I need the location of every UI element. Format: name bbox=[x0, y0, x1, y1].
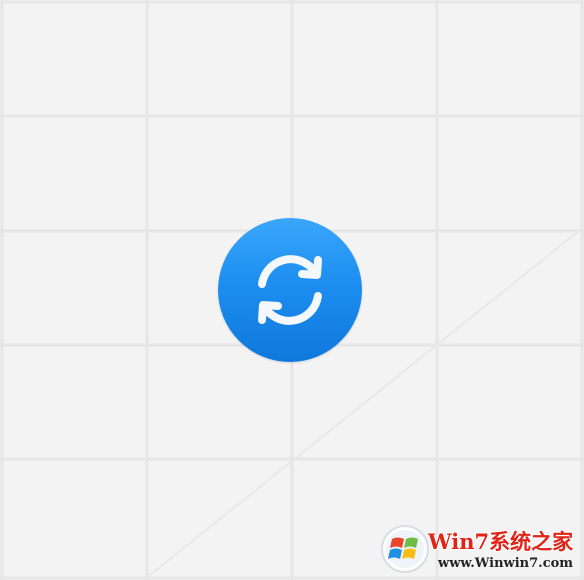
sync-icon bbox=[258, 255, 322, 325]
screen: Win7系统之家 www.Winwin7.com bbox=[0, 0, 584, 580]
sync-button[interactable] bbox=[218, 218, 362, 362]
watermark-url: www.Winwin7.com bbox=[438, 556, 574, 571]
watermark-title: Win7系统之家 bbox=[428, 529, 574, 554]
windows-flag-logo bbox=[381, 525, 429, 573]
watermark: Win7系统之家 www.Winwin7.com bbox=[380, 522, 580, 578]
